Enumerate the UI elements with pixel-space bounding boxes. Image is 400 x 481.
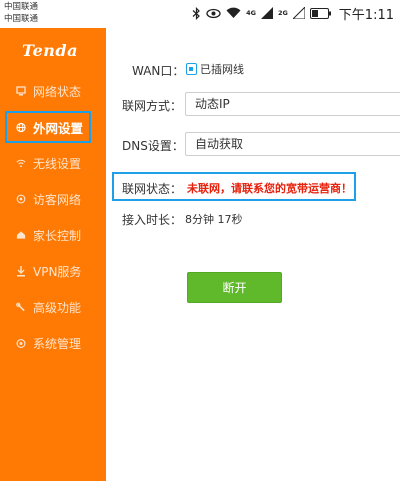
tenda-logo: Tenda bbox=[22, 41, 78, 60]
eye-icon bbox=[206, 8, 221, 19]
signal-icon-2 bbox=[292, 7, 305, 19]
sidebar-item-label: 网络状态 bbox=[33, 84, 82, 99]
sidebar-item-guest-network[interactable]: 访客网络 bbox=[0, 183, 106, 215]
globe-icon bbox=[16, 122, 26, 132]
sidebar-item-label: 高级功能 bbox=[33, 300, 82, 315]
sidebar: Tenda 网络状态 外网设置 无线设置 访客网络 家长控制 VPN服务 高级功… bbox=[0, 28, 106, 481]
connection-type-label: 联网方式： bbox=[122, 99, 183, 113]
disconnect-button[interactable]: 断开 bbox=[187, 272, 282, 303]
wifi-signal-icon bbox=[226, 7, 241, 19]
signal-icon-1 bbox=[260, 7, 273, 19]
parental-icon bbox=[16, 230, 26, 240]
sidebar-item-label: VPN服务 bbox=[33, 264, 82, 279]
dns-label: DNS设置： bbox=[122, 139, 184, 153]
network-status-icon bbox=[16, 86, 26, 96]
link-status-label: 联网状态： bbox=[122, 182, 183, 196]
network-type-4g: 4G bbox=[246, 8, 256, 17]
link-status-value: 未联网，请联系您的宽带运营商！ bbox=[187, 182, 352, 195]
battery-icon bbox=[309, 7, 332, 19]
vpn-icon bbox=[16, 265, 26, 276]
sidebar-item-advanced[interactable]: 高级功能 bbox=[0, 291, 106, 323]
wifi-icon bbox=[16, 158, 26, 168]
sidebar-item-network-status[interactable]: 网络状态 bbox=[0, 75, 106, 107]
bluetooth-icon bbox=[192, 6, 201, 20]
wan-status-text: 已插网线 bbox=[200, 63, 244, 76]
sidebar-item-label: 外网设置 bbox=[33, 120, 84, 136]
uptime-label: 接入时长： bbox=[122, 213, 183, 227]
status-icons: 4G 2G 下午1:11 bbox=[192, 5, 394, 23]
connection-type-select[interactable]: 动态IP bbox=[185, 92, 400, 116]
sidebar-item-label: 访客网络 bbox=[33, 192, 82, 207]
sidebar-item-label: 系统管理 bbox=[33, 336, 82, 351]
uptime-value: 8分钟 17秒 bbox=[185, 213, 243, 226]
network-type-2g: 2G bbox=[277, 8, 288, 17]
sidebar-item-vpn[interactable]: VPN服务 bbox=[0, 255, 106, 287]
sidebar-item-wireless[interactable]: 无线设置 bbox=[0, 147, 106, 179]
sidebar-item-wan-settings[interactable]: 外网设置 bbox=[5, 111, 91, 143]
sidebar-item-label: 无线设置 bbox=[33, 156, 82, 171]
main-panel: WAN口： 已插网线 联网方式： 动态IP DNS设置： 自动获取 联网状态： … bbox=[106, 28, 400, 481]
dns-select[interactable]: 自动获取 bbox=[185, 132, 400, 156]
sidebar-item-system[interactable]: 系统管理 bbox=[0, 327, 106, 359]
sidebar-item-label: 家长控制 bbox=[33, 228, 82, 243]
wan-label: WAN口： bbox=[132, 64, 185, 78]
settings-icon bbox=[16, 338, 26, 348]
wan-status: 已插网线 bbox=[186, 61, 244, 77]
clock: 下午1:11 bbox=[338, 7, 394, 23]
sidebar-item-parental-control[interactable]: 家长控制 bbox=[0, 219, 106, 251]
carrier-label-2: 中国联通 bbox=[4, 14, 39, 24]
status-bar: 中国联通 中国联通 4G 2G 下午1:11 bbox=[0, 0, 400, 28]
carrier-label-1: 中国联通 bbox=[4, 2, 39, 12]
ethernet-port-icon bbox=[186, 63, 197, 75]
guest-icon bbox=[16, 194, 26, 204]
link-status-box: 联网状态： 未联网，请联系您的宽带运营商！ bbox=[112, 172, 356, 201]
wrench-icon bbox=[16, 302, 26, 312]
